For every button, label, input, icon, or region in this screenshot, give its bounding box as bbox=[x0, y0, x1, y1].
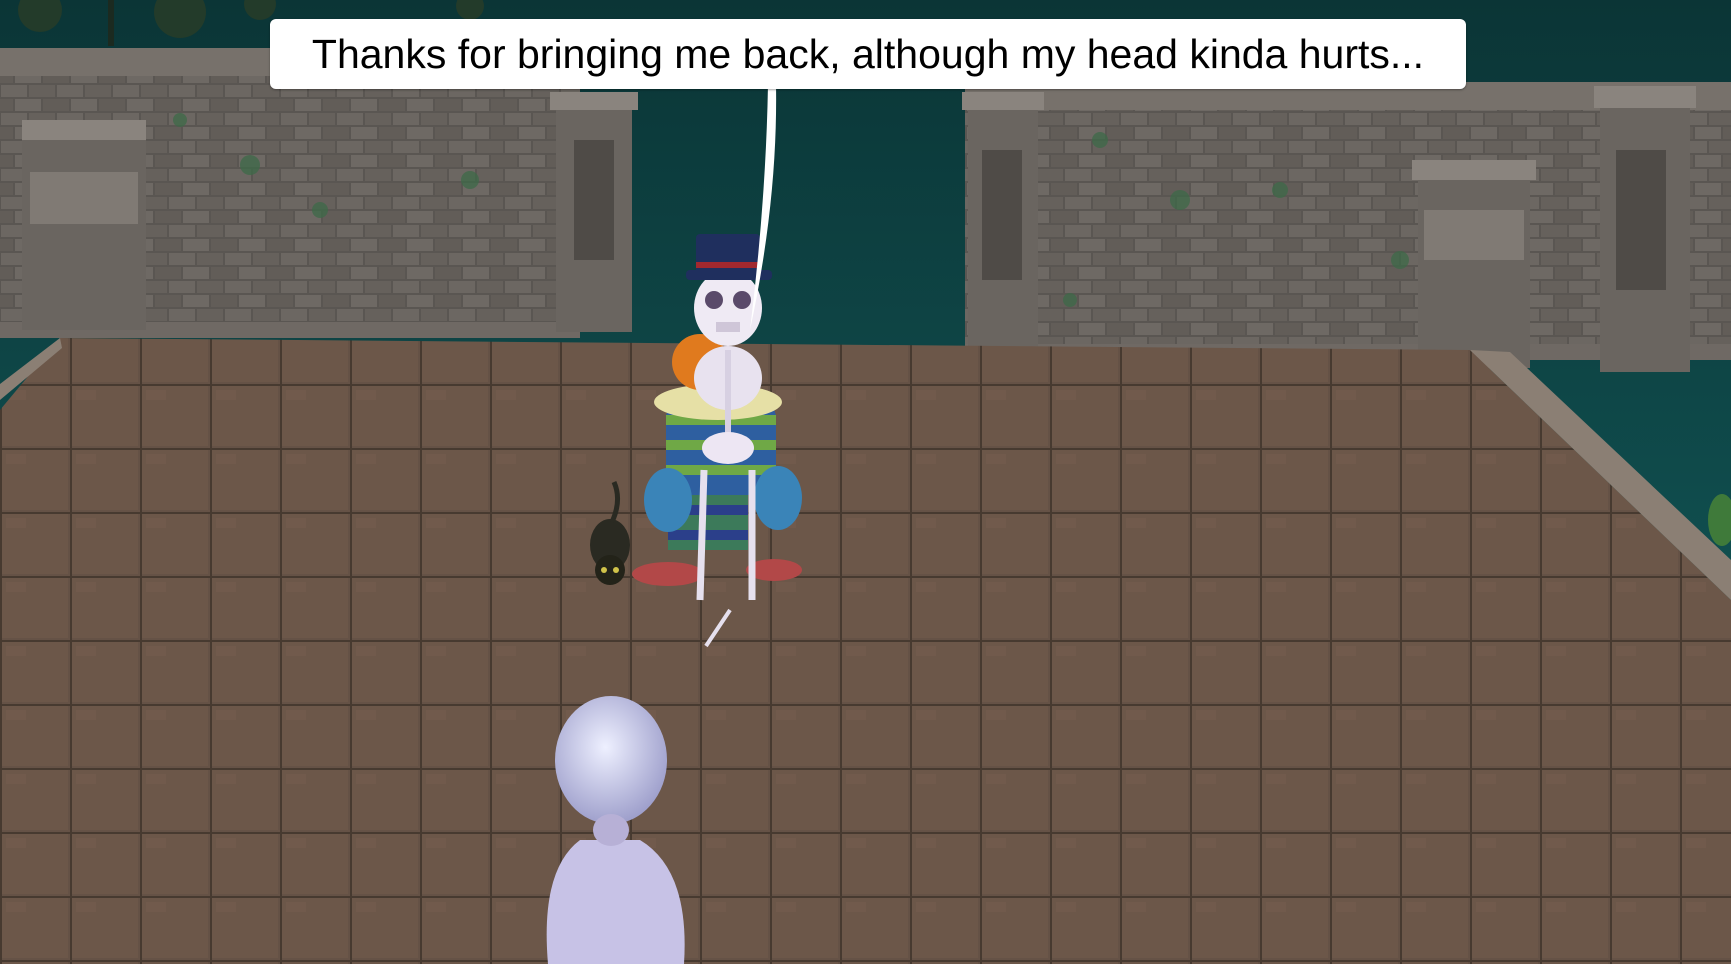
pillar bbox=[962, 92, 1044, 352]
pillar bbox=[550, 92, 638, 332]
game-scene bbox=[0, 0, 1731, 964]
speech-bubble: Thanks for bringing me back, although my… bbox=[270, 19, 1466, 89]
pillar bbox=[22, 120, 146, 330]
pillar bbox=[1412, 160, 1536, 368]
dialogue-text: Thanks for bringing me back, although my… bbox=[311, 30, 1425, 77]
floor-shade bbox=[0, 338, 1731, 964]
pillar bbox=[1594, 86, 1696, 372]
